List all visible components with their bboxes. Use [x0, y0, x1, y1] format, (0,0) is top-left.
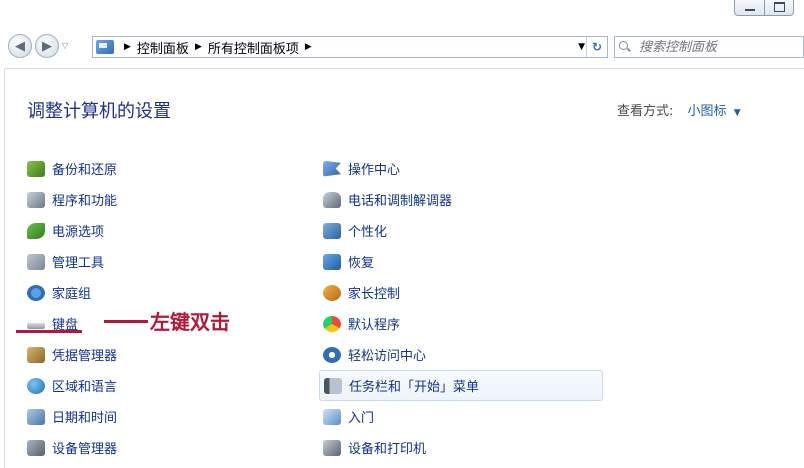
breadcrumb-separator-icon[interactable]: ▶: [305, 42, 312, 52]
right-column: 操作中心 电话和调制解调器 个性化 恢复 家长控制 默认程序 轻松访问中心 任务…: [319, 153, 603, 463]
admin-tools-icon: [27, 253, 45, 270]
address-dropdown-icon[interactable]: ▼: [578, 42, 585, 52]
item-label: 日期和时间: [52, 411, 118, 426]
list-item-homegroup[interactable]: 家庭组: [27, 277, 117, 308]
parental-controls-icon: [323, 284, 341, 301]
maximize-icon: [773, 2, 785, 12]
page-title: 调整计算机的设置: [27, 101, 171, 122]
list-item-backup-restore[interactable]: 备份和还原: [27, 153, 117, 184]
item-label: 区域和语言: [52, 380, 118, 395]
item-label: 电源选项: [52, 225, 105, 240]
backup-restore-icon: [27, 160, 45, 177]
search-box[interactable]: [614, 36, 804, 58]
left-column: 备份和还原 程序和功能 电源选项 管理工具 家庭组 键盘 凭据管理器 区域和语言…: [27, 153, 117, 463]
list-item-admin-tools[interactable]: 管理工具: [27, 246, 117, 277]
item-label: 个性化: [348, 225, 388, 240]
maximize-button[interactable]: [764, 0, 794, 16]
control-panel-content: 调整计算机的设置 查看方式: 小图标 ▼ 备份和还原 程序和功能 电源选项 管理…: [4, 68, 804, 468]
minimize-icon: [744, 9, 755, 11]
item-label: 操作中心: [348, 163, 401, 178]
device-manager-icon: [27, 439, 45, 456]
getting-started-icon: [323, 408, 341, 425]
navigation-bar: ◀ ▶ ▽ ▶ 控制面板 ▶ 所有控制面板项 ▶ ▼ ↻: [0, 32, 804, 62]
item-label: 默认程序: [348, 318, 401, 333]
list-item-devices-printers[interactable]: 设备和打印机: [323, 432, 603, 463]
window-controls: [734, 0, 794, 16]
programs-features-icon: [27, 191, 45, 208]
refresh-icon: ↻: [591, 40, 603, 54]
date-time-icon: [27, 408, 45, 425]
back-button[interactable]: ◀: [8, 34, 32, 58]
action-center-icon: [323, 160, 341, 177]
item-label: 备份和还原: [52, 163, 118, 178]
item-label: 管理工具: [52, 256, 105, 271]
list-item-getting-started[interactable]: 入门: [323, 401, 603, 432]
phone-modem-icon: [323, 191, 341, 208]
list-item-region-language[interactable]: 区域和语言: [27, 370, 117, 401]
annotation-text: 左键双击: [150, 310, 230, 334]
list-item-programs-features[interactable]: 程序和功能: [27, 184, 117, 215]
minimize-button[interactable]: [734, 0, 764, 16]
search-icon: [619, 41, 631, 53]
homegroup-icon: [27, 284, 45, 301]
breadcrumb-separator-icon[interactable]: ▶: [124, 42, 131, 52]
list-item-ease-of-access[interactable]: 轻松访问中心: [323, 339, 603, 370]
list-item-keyboard[interactable]: 键盘: [27, 308, 117, 339]
region-language-icon: [27, 377, 45, 394]
default-programs-icon: [323, 315, 341, 332]
control-panel-icon: [96, 40, 114, 54]
list-item-action-center[interactable]: 操作中心: [323, 153, 603, 184]
address-bar[interactable]: ▶ 控制面板 ▶ 所有控制面板项 ▶ ▼ ↻: [92, 36, 608, 58]
forward-button[interactable]: ▶: [35, 34, 59, 58]
item-label: 入门: [348, 411, 375, 426]
annotation-underline: [16, 330, 82, 333]
breadcrumb: ▶ 控制面板 ▶ 所有控制面板项 ▶: [118, 38, 318, 57]
list-item-parental-controls[interactable]: 家长控制: [323, 277, 603, 308]
item-label: 任务栏和「开始」菜单: [349, 380, 480, 395]
power-options-icon: [27, 222, 45, 239]
view-by: 查看方式: 小图标 ▼: [617, 100, 741, 119]
item-label: 程序和功能: [52, 194, 118, 209]
list-item-recovery[interactable]: 恢复: [323, 246, 603, 277]
breadcrumb-separator-icon[interactable]: ▶: [195, 42, 202, 52]
item-label: 设备管理器: [52, 442, 118, 457]
back-arrow-icon: ◀: [15, 38, 25, 54]
breadcrumb-item-all-items[interactable]: 所有控制面板项: [208, 38, 299, 57]
item-label: 家庭组: [52, 287, 92, 302]
item-label: 设备和打印机: [348, 442, 427, 457]
breadcrumb-item-control-panel[interactable]: 控制面板: [137, 38, 189, 57]
recovery-icon: [323, 253, 341, 270]
annotation-line: [104, 320, 148, 323]
credential-manager-icon: [27, 346, 45, 363]
devices-printers-icon: [323, 439, 341, 456]
list-item-credential-manager[interactable]: 凭据管理器: [27, 339, 117, 370]
item-label: 家长控制: [348, 287, 401, 302]
personalization-icon: [323, 222, 341, 239]
keyboard-icon: [27, 322, 45, 329]
item-label: 凭据管理器: [52, 349, 118, 364]
chevron-down-icon: ▽: [62, 41, 69, 50]
forward-arrow-icon: ▶: [42, 38, 52, 54]
refresh-button[interactable]: ↻: [586, 37, 607, 57]
item-label: 恢复: [348, 256, 375, 271]
list-item-default-programs[interactable]: 默认程序: [323, 308, 603, 339]
list-item-date-time[interactable]: 日期和时间: [27, 401, 117, 432]
search-input[interactable]: [637, 38, 791, 56]
ease-of-access-icon: [323, 346, 341, 363]
list-item-power-options[interactable]: 电源选项: [27, 215, 117, 246]
list-item-phone-modem[interactable]: 电话和调制解调器: [323, 184, 603, 215]
list-item-device-manager[interactable]: 设备管理器: [27, 432, 117, 463]
chevron-down-icon[interactable]: ▼: [734, 108, 741, 118]
item-label: 轻松访问中心: [348, 349, 427, 364]
recent-pages-dropdown[interactable]: ▽: [62, 41, 68, 50]
view-by-label: 查看方式:: [617, 104, 674, 119]
list-item-personalization[interactable]: 个性化: [323, 215, 603, 246]
item-label: 电话和调制解调器: [348, 194, 453, 209]
list-item-taskbar-start-menu[interactable]: 任务栏和「开始」菜单: [319, 370, 603, 401]
view-by-dropdown[interactable]: 小图标: [688, 104, 727, 119]
taskbar-start-menu-icon: [324, 377, 342, 394]
